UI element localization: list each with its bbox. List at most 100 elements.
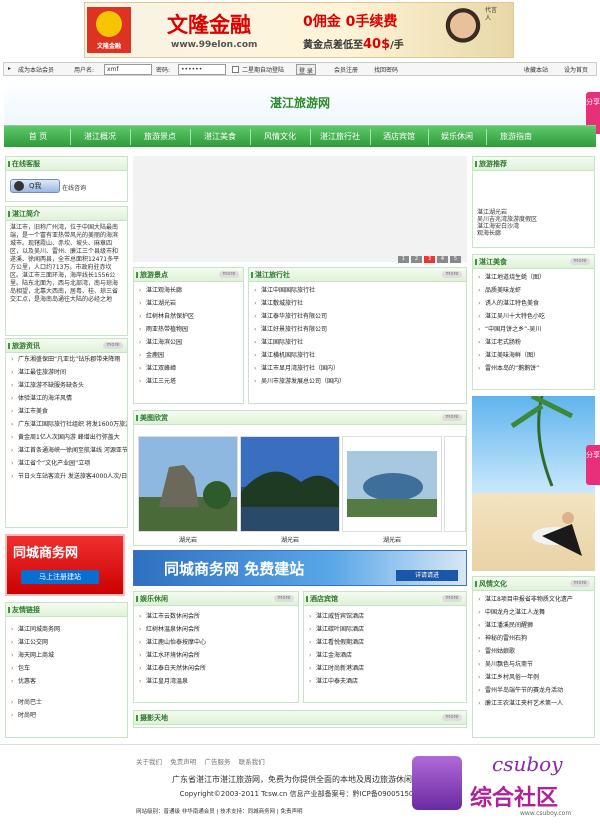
footer-link-disclaimer[interactable]: 免责声明 <box>170 758 196 766</box>
register-link[interactable]: 会员注册 <box>334 65 358 74</box>
agency-item[interactable]: 湛江泰华旅行社有限公司 <box>249 310 466 323</box>
top-ad-banner[interactable]: 文隆金融 文隆金融 www.99elon.com 0佣金 0手续费 黄金点差低至… <box>84 2 514 58</box>
news-item[interactable]: 湛江旅游不缺服务缺条头 <box>6 379 127 392</box>
friend-link[interactable]: 湛江同城商务网 <box>6 623 127 636</box>
agency-item[interactable]: 湛江中国国际旅行社 <box>249 284 466 297</box>
hotel-item[interactable]: 湛江威哲宾馆酒店 <box>304 610 466 623</box>
recommend-item[interactable]: 观海长廊 <box>477 230 537 237</box>
gallery-photo[interactable] <box>138 436 238 532</box>
register-site-button[interactable]: 马上注册建站 <box>21 570 99 584</box>
more-button[interactable]: more <box>442 714 462 721</box>
forgot-link[interactable]: 找回密码 <box>374 65 398 74</box>
more-button[interactable]: more <box>570 580 590 587</box>
hotel-item[interactable]: 湛江金海酒店 <box>304 649 466 662</box>
news-item[interactable]: 黄金周1亿人次国内游 峰增出行弥盖大 <box>6 431 127 444</box>
news-item[interactable]: 广东湛江国际旅行社组织 将发1600万旅游券 <box>6 418 127 431</box>
more-button[interactable]: more <box>442 414 462 421</box>
leisure-item[interactable]: 红树林温泉休闲会所 <box>134 623 298 636</box>
food-item[interactable]: 诱人的湛江特色美食 <box>473 297 594 310</box>
news-item[interactable]: 体验湛江的海洋风情 <box>6 392 127 405</box>
nav-home[interactable]: 首 页 <box>8 126 68 148</box>
culture-item[interactable]: 雷州姑娘歌 <box>473 645 594 658</box>
more-button[interactable]: more <box>570 258 590 265</box>
nav-overview[interactable]: 湛江概况 <box>70 126 130 148</box>
food-item[interactable]: 湛江老式肠粉 <box>473 336 594 349</box>
recommend-item[interactable]: 湛江湖光岩 <box>477 209 537 216</box>
more-button[interactable]: more <box>442 595 462 602</box>
culture-item[interactable]: 湛江8项目申报省非物质文化遗产 <box>473 593 594 606</box>
footer-link-ads[interactable]: 广告服务 <box>205 758 231 766</box>
more-button[interactable]: more <box>274 595 294 602</box>
password-input[interactable]: •••••• <box>178 64 226 75</box>
friend-link[interactable]: 海天网上商城 <box>6 649 127 662</box>
news-item[interactable]: 湛江最佳旅游时间 <box>6 366 127 379</box>
nav-guide[interactable]: 旅游指南 <box>486 126 546 148</box>
nav-agency[interactable]: 湛江旅行社 <box>310 126 370 148</box>
scenic-item[interactable]: 湛江湖光岩 <box>134 297 243 310</box>
footer-link-contact[interactable]: 联系我们 <box>239 758 265 766</box>
slide-dot[interactable]: 1 <box>398 256 409 263</box>
nav-food[interactable]: 湛江美食 <box>190 126 250 148</box>
food-item[interactable]: “中国月饼之乡”-吴川 <box>473 323 594 336</box>
culture-item[interactable]: 湛江乡村风俗一年例 <box>473 671 594 684</box>
qq-button[interactable]: Q我 <box>10 179 60 193</box>
friend-link[interactable]: 包车 <box>6 662 127 675</box>
food-item[interactable]: 湛江吴川十大特色小吃 <box>473 310 594 323</box>
leisure-item[interactable]: 湛江泰白天然休闲会所 <box>134 662 298 675</box>
food-item[interactable]: 雷州本岛的“鹅鹅饼” <box>473 362 594 375</box>
culture-item[interactable]: 吴川飘色与坑斋节 <box>473 658 594 671</box>
news-item[interactable]: 湛江市美食 <box>6 405 127 418</box>
nav-scenic[interactable]: 旅游景点 <box>130 126 190 148</box>
news-item[interactable]: 节日火车站客流升 发送旅客4000人次/日 <box>6 470 127 483</box>
slide-dot[interactable]: 5 <box>450 256 461 263</box>
friend-link[interactable]: 湛江公交网 <box>6 636 127 649</box>
more-button[interactable]: more <box>442 271 462 278</box>
news-item[interactable]: 广东湘盛保田“凡亚比”钻乐郡带来降雨 <box>6 353 127 366</box>
culture-item[interactable]: 中国龙舟之湛江人龙舞 <box>473 606 594 619</box>
agency-item[interactable]: 湛江国际旅行社 <box>249 336 466 349</box>
gallery-photo[interactable] <box>240 436 340 532</box>
agency-item[interactable]: 湛江市显月湾旅行社（国内） <box>249 362 466 375</box>
hotel-item[interactable]: 湛江碳叶国际酒店 <box>304 623 466 636</box>
gallery-photo[interactable] <box>342 436 442 532</box>
nav-hotel[interactable]: 酒店宾馆 <box>370 126 428 148</box>
footer-link-about[interactable]: 关于我们 <box>136 758 162 766</box>
join-link[interactable]: 成为本站会员 <box>18 65 54 74</box>
scenic-item[interactable]: 红树林自然保护区 <box>134 310 243 323</box>
slide-dot[interactable]: 4 <box>437 256 448 263</box>
hotel-item[interactable]: 湛江看悦假期酒店 <box>304 636 466 649</box>
scenic-item[interactable]: 湛江观海长廊 <box>134 284 243 297</box>
culture-item[interactable]: 湛江潘溪民间醒狮 <box>473 619 594 632</box>
share-tab[interactable]: 分享 <box>586 445 600 485</box>
scenic-item[interactable]: 湛江三元塔 <box>134 375 243 388</box>
friend-link[interactable]: 优惠客 <box>6 675 127 688</box>
city-business-ad[interactable]: 同城商务网 马上注册建站 <box>5 534 125 596</box>
login-button[interactable]: 登 录 <box>296 64 316 75</box>
culture-item[interactable]: 雷州半岛端午节的赛龙舟活动 <box>473 684 594 697</box>
culture-item[interactable]: 廉江王农湛江夹杆艺术第一人 <box>473 697 594 710</box>
hotel-item[interactable]: 湛江时尚新港酒店 <box>304 662 466 675</box>
slideshow[interactable] <box>133 156 467 262</box>
agency-item[interactable]: 吴川市旅游发展总公司（国内） <box>249 375 466 388</box>
scenic-item[interactable]: 金鹿园 <box>134 349 243 362</box>
agency-item[interactable]: 湛江横机国际旅行社 <box>249 349 466 362</box>
agency-item[interactable]: 湛江好景旅行社有限公司 <box>249 323 466 336</box>
friend-link[interactable]: 时尚巴士 <box>6 696 127 709</box>
recommend-item[interactable]: 湛江海安白沙湾 <box>477 223 537 230</box>
food-item[interactable]: 品质美味龙虾 <box>473 284 594 297</box>
scenic-item[interactable]: 湛江双峰嶂 <box>134 362 243 375</box>
agency-item[interactable]: 湛江敷城旅行社 <box>249 297 466 310</box>
nav-leisure[interactable]: 娱乐休闲 <box>428 126 486 148</box>
details-link[interactable]: 详请请进 <box>396 570 458 581</box>
username-input[interactable]: xmf <box>104 64 152 75</box>
slide-dot[interactable]: 2 <box>411 256 422 263</box>
news-item[interactable]: 湛江首条通海峡一徐闻至航湛线 河源亚节将可以开通 <box>6 444 127 457</box>
beach-ad-image[interactable] <box>472 396 595 571</box>
food-item[interactable]: 湛江美味海鲜（图） <box>473 349 594 362</box>
nav-culture[interactable]: 风情文化 <box>250 126 310 148</box>
news-item[interactable]: 湛江省个“文化产业园”立项 <box>6 457 127 470</box>
more-button[interactable]: more <box>219 271 239 278</box>
scenic-item[interactable]: 雨亚热带植物园 <box>134 323 243 336</box>
bookmark-link[interactable]: 收藏本站 <box>524 65 548 74</box>
leisure-item[interactable]: 湛江市云数休闲会所 <box>134 610 298 623</box>
